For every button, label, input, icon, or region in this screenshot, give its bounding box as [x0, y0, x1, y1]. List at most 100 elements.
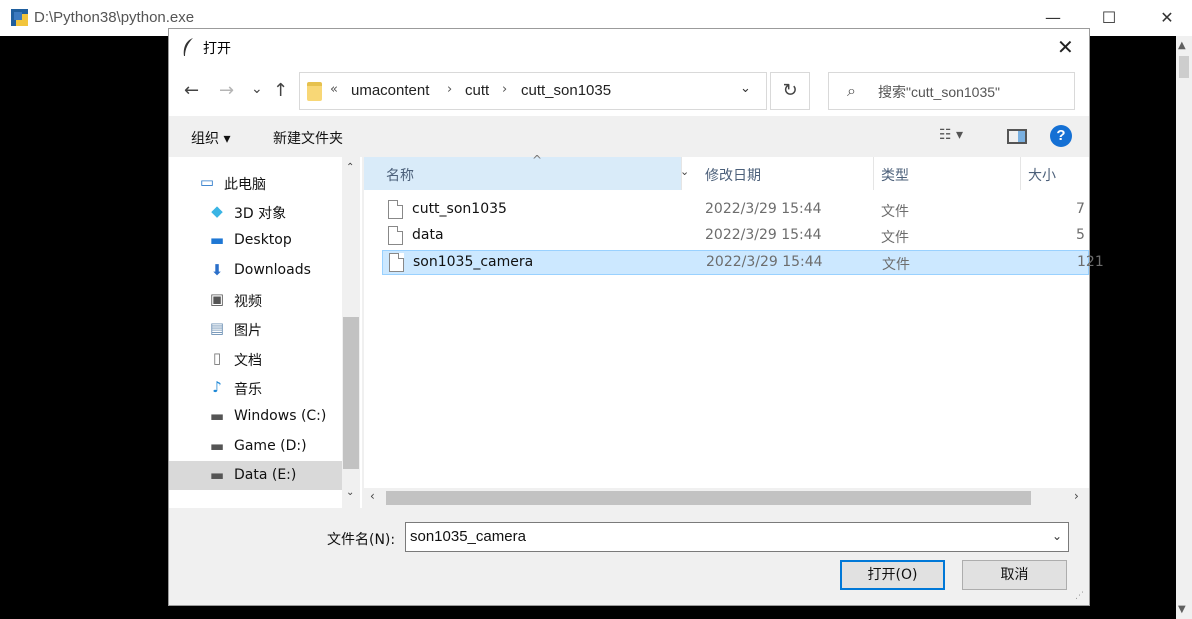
column-name[interactable]: 名称 [386, 165, 414, 185]
horizontal-scrollbar[interactable]: ‹ › [364, 488, 1089, 508]
up-button[interactable]: ↑ [273, 80, 288, 101]
refresh-button[interactable]: ↻ [770, 72, 810, 110]
forward-button[interactable]: → [219, 80, 234, 101]
file-type: 文件 [882, 257, 910, 273]
address-bar[interactable]: « umacontent › cutt › cutt_son1035 ⌄ [299, 72, 767, 110]
breadcrumb-separator[interactable]: › [502, 82, 507, 97]
open-button[interactable]: 打开(O) [840, 560, 945, 590]
file-modified: 2022/3/29 15:44 [705, 201, 822, 217]
file-icon [388, 200, 403, 219]
dialog-title: 打开 [203, 41, 231, 57]
breadcrumb-cutt-son1035[interactable]: cutt_son1035 [521, 82, 611, 99]
column-size[interactable]: 大小 [1028, 165, 1056, 185]
downloads-icon: ⬇ [210, 261, 224, 279]
column-type[interactable]: 类型 [881, 165, 909, 185]
nav-scroll-up-icon[interactable]: ⌃ [346, 162, 354, 173]
column-divider [681, 157, 682, 190]
console-scrollbar[interactable]: ▲ ▼ [1176, 36, 1192, 619]
pictures-icon: ▤ [209, 319, 225, 337]
drive-e-icon: ▬ [209, 466, 225, 484]
file-name: data [412, 227, 444, 243]
file-type: 文件 [881, 230, 909, 246]
breadcrumb-cutt[interactable]: cutt [465, 82, 489, 99]
drive-c-icon: ▬ [209, 407, 225, 425]
breadcrumb-separator[interactable]: › [447, 82, 452, 97]
breadcrumb-umacontent[interactable]: umacontent [351, 82, 429, 99]
desktop-icon: ▬ [209, 231, 225, 249]
nav-item[interactable]: ♪ 音乐 [169, 373, 342, 402]
dialog-titlebar: 打开 ✕ [169, 29, 1089, 66]
command-toolbar: 组织 ▾ 新建文件夹 ☷ ▾ ? [169, 116, 1089, 157]
scroll-up-arrow-icon[interactable]: ▲ [1178, 40, 1186, 51]
help-icon[interactable]: ? [1050, 125, 1072, 147]
filename-label: 文件名(N): [327, 532, 396, 548]
nav-item-label: Game (D:) [234, 438, 307, 454]
address-row: ← → ⌄ ↑ « umacontent › cutt › cutt_son10… [169, 66, 1089, 116]
maximize-button[interactable]: ☐ [1099, 8, 1119, 27]
scroll-left-icon[interactable]: ‹ [370, 489, 375, 503]
preview-pane-icon[interactable] [1007, 129, 1027, 144]
cancel-button[interactable]: 取消 [962, 560, 1067, 590]
file-list: ^ 名称 ⌄ 修改日期 类型 大小 cutt_son1035 2022/3/29 … [364, 153, 1104, 508]
resize-grip-icon[interactable]: ⋰ [1075, 591, 1084, 601]
nav-item[interactable]: ▣ 视频 [169, 285, 342, 314]
feather-icon [183, 38, 193, 56]
console-close-button[interactable]: ✕ [1157, 8, 1177, 27]
file-size: 121 [1077, 254, 1104, 270]
nav-scroll-thumb[interactable] [343, 317, 359, 469]
file-row[interactable]: son1035_camera 2022/3/29 15:44 文件 121 [382, 250, 1104, 275]
filename-dropdown-icon[interactable]: ⌄ [1052, 529, 1062, 543]
new-folder-button[interactable]: 新建文件夹 [273, 128, 343, 148]
nav-item[interactable]: ▬ Windows (C:) [169, 402, 342, 431]
file-icon [389, 253, 404, 272]
column-divider [873, 157, 874, 190]
back-button[interactable]: ← [184, 80, 199, 101]
nav-item[interactable]: ▬ Desktop [169, 226, 342, 255]
nav-item-label: 音乐 [234, 382, 262, 398]
console-title: D:\Python38\python.exe [34, 9, 195, 26]
scroll-right-icon[interactable]: › [1074, 489, 1079, 503]
nav-item[interactable]: ▤ 图片 [169, 314, 342, 343]
nav-item[interactable]: ▬ Game (D:) [169, 432, 342, 461]
nav-item[interactable]: ▯ 文档 [169, 344, 342, 373]
file-type: 文件 [881, 204, 909, 220]
python-icon [11, 9, 28, 26]
file-row[interactable]: data 2022/3/29 15:44 文件 5 [382, 224, 1089, 249]
file-row[interactable]: cutt_son1035 2022/3/29 15:44 文件 7 [382, 198, 1089, 223]
nav-scrollbar[interactable]: ⌃ ⌄ [342, 157, 360, 508]
nav-item-label: Desktop [234, 232, 292, 248]
filename-value[interactable]: son1035_camera [410, 528, 526, 545]
filename-input[interactable]: son1035_camera ⌄ [405, 522, 1069, 552]
nav-item[interactable]: ▭ 此电脑 [169, 168, 342, 197]
column-header: ^ 名称 ⌄ 修改日期 类型 大小 [364, 153, 1089, 190]
file-name: son1035_camera [413, 254, 534, 270]
breadcrumb-overflow[interactable]: « [330, 82, 338, 97]
computer-icon: ▭ [199, 173, 215, 191]
search-placeholder: 搜索"cutt_son1035" [878, 84, 1001, 100]
nav-item-label: 视频 [234, 294, 262, 310]
horizontal-scroll-thumb[interactable] [386, 491, 1031, 505]
file-modified: 2022/3/29 15:44 [705, 227, 822, 243]
nav-scroll-down-icon[interactable]: ⌄ [346, 487, 354, 498]
organize-button[interactable]: 组织 ▾ [191, 128, 230, 148]
minimize-button[interactable]: — [1043, 8, 1063, 27]
recent-locations-dropdown[interactable]: ⌄ [251, 81, 263, 97]
nav-item-label: 图片 [234, 323, 262, 339]
search-input[interactable]: ⌕ 搜索"cutt_son1035" [828, 72, 1075, 110]
address-dropdown-icon[interactable]: ⌄ [740, 81, 751, 96]
scroll-down-arrow-icon[interactable]: ▼ [1178, 604, 1186, 615]
nav-item[interactable]: ◆ 3D 对象 [169, 197, 342, 226]
view-options-icon[interactable]: ☷ ▾ [939, 127, 963, 143]
console-scroll-thumb[interactable] [1179, 56, 1189, 78]
nav-item[interactable]: ▬ Data (E:) [169, 461, 342, 490]
navigation-pane: ▭ 此电脑 ◆ 3D 对象 ▬ Desktop ⬇ Downloads ▣ 视频 ▤ 图片 ▯ 文档 ♪ 音乐… [169, 157, 362, 508]
3d-objects-icon: ◆ [211, 202, 223, 220]
file-size: 7 [1076, 201, 1085, 217]
column-modified[interactable]: 修改日期 [705, 165, 761, 185]
nav-item-label: Windows (C:) [234, 408, 327, 424]
search-icon: ⌕ [847, 81, 856, 100]
dialog-close-button[interactable]: ✕ [1057, 35, 1074, 59]
nav-item[interactable]: ⬇ Downloads [169, 256, 342, 285]
nav-item-label: 3D 对象 [234, 206, 287, 222]
file-modified: 2022/3/29 15:44 [706, 254, 823, 270]
